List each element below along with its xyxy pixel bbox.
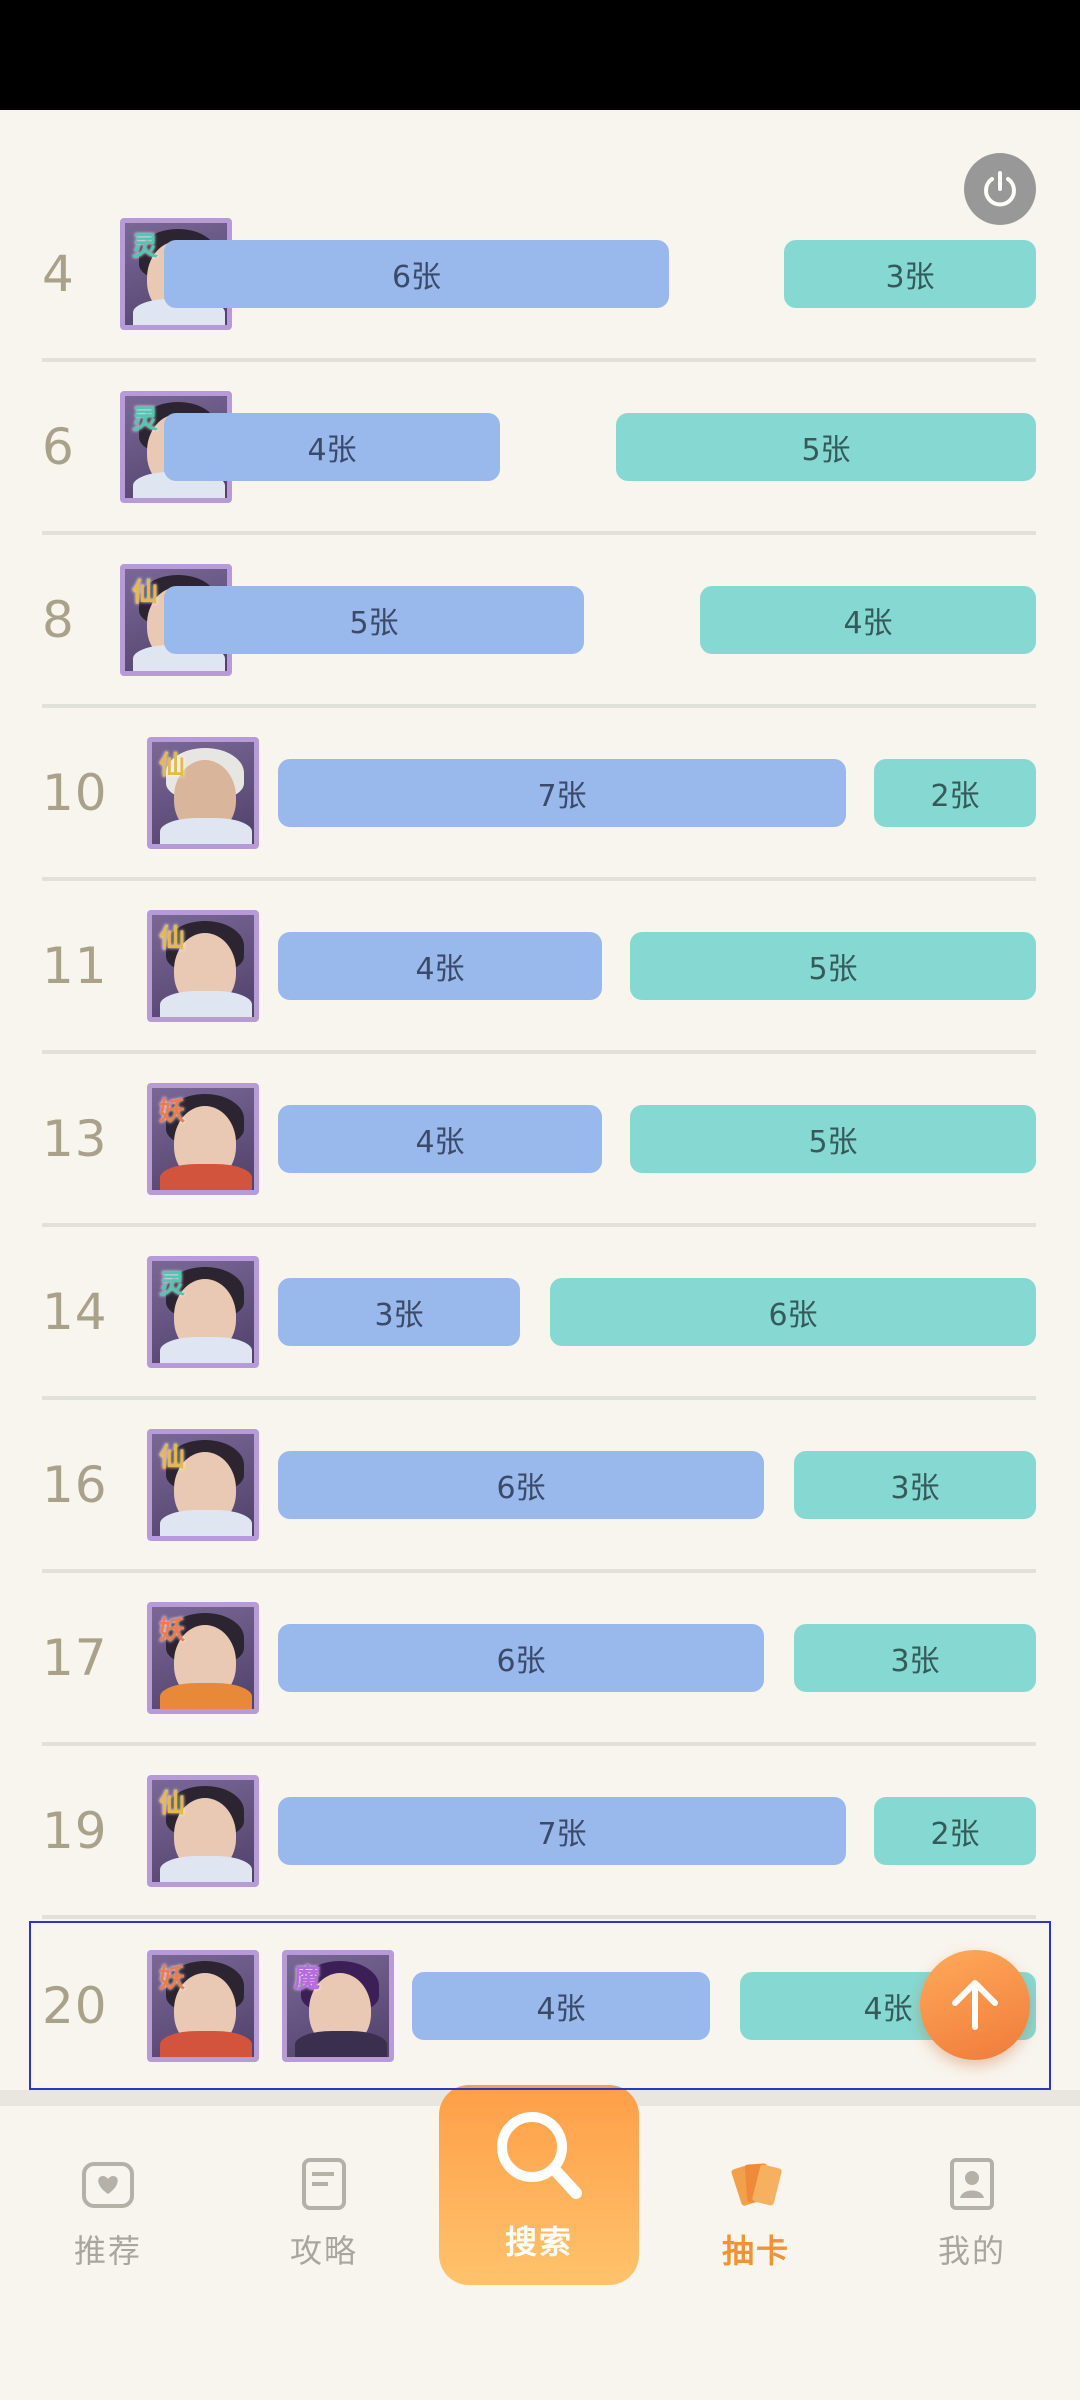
bar-count-b: 5张: [630, 1104, 1036, 1173]
list-row[interactable]: 19 仙 7张 2张: [42, 1746, 1036, 1919]
card-ratio-list[interactable]: 25张4张4灵6张3张6灵4张5张8仙5张4张10仙7张2张11仙4张5张13妖…: [0, 0, 1080, 2090]
faction-badge: 仙: [158, 1789, 185, 1819]
faction-badge: 魔: [293, 1964, 320, 1994]
tab-draw[interactable]: 抽卡: [666, 2154, 846, 2284]
list-row[interactable]: 14 灵 3张 6张: [42, 1227, 1036, 1400]
character-avatar[interactable]: 仙: [147, 1428, 259, 1541]
list-row[interactable]: 20 妖魔 4张 4张: [42, 1919, 1036, 2090]
rank-number: 11: [42, 936, 108, 995]
heart-book-icon: [82, 2162, 134, 2208]
rank-number: 10: [42, 763, 108, 822]
power-button[interactable]: [964, 153, 1036, 225]
character-avatar[interactable]: 妖: [147, 1601, 259, 1714]
bar-count-a: 4张: [278, 1104, 602, 1173]
faction-badge: 妖: [158, 1616, 185, 1646]
list-row[interactable]: 17 妖 6张 3张: [42, 1573, 1036, 1746]
bar-count-b: 3张: [794, 1450, 1036, 1519]
bar-count-a: 4张: [278, 931, 602, 1000]
bar-count-a: 4张: [412, 1971, 710, 2040]
bar-count-b: 4张: [700, 585, 1036, 654]
faction-badge: 妖: [158, 1097, 185, 1127]
bar-count-b: 3张: [794, 1623, 1036, 1692]
bar-count-a: 5张: [164, 585, 584, 654]
tab-mine[interactable]: 我的: [882, 2154, 1062, 2284]
character-avatar[interactable]: 妖: [147, 1082, 259, 1195]
list-row[interactable]: 16 仙 6张 3张: [42, 1400, 1036, 1573]
rank-number: 14: [42, 1282, 108, 1341]
faction-badge: 仙: [158, 924, 185, 954]
faction-badge: 妖: [158, 1964, 185, 1994]
list-row[interactable]: 10 仙 7张 2张: [42, 708, 1036, 881]
bar-count-a: 3张: [278, 1277, 520, 1346]
tab-recommend[interactable]: 推荐: [18, 2154, 198, 2284]
list-row[interactable]: 11 仙 4张 5张: [42, 881, 1036, 1054]
tab-recommend-label: 推荐: [73, 2232, 142, 2270]
bar-count-b: 2张: [874, 1796, 1036, 1865]
bar-count-b: 2张: [874, 758, 1036, 827]
arrow-up-icon: [952, 1980, 998, 2030]
rank-number: 16: [42, 1455, 108, 1514]
faction-badge: 灵: [131, 405, 158, 435]
rank-number: 8: [42, 590, 75, 649]
bar-count-a: 7张: [278, 758, 846, 827]
bar-count-a: 7张: [278, 1796, 846, 1865]
bar-count-b: 5张: [630, 931, 1036, 1000]
rank-number: 6: [42, 417, 75, 476]
rank-number: 4: [42, 244, 75, 303]
power-icon: [984, 171, 1016, 207]
faction-badge: 仙: [158, 1443, 185, 1473]
tab-mine-label: 我的: [937, 2232, 1006, 2270]
bar-count-b: 3张: [784, 239, 1036, 308]
tab-guide[interactable]: 攻略: [234, 2154, 414, 2284]
bar-count-a: 6张: [278, 1450, 764, 1519]
faction-badge: 灵: [131, 232, 158, 262]
bar-count-a: 4张: [164, 412, 500, 481]
profile-icon: [950, 2158, 994, 2210]
list-row[interactable]: 4 灵 6张 3张: [42, 189, 1036, 362]
search-icon: [497, 2112, 582, 2199]
faction-badge: 仙: [158, 751, 185, 781]
book-icon: [302, 2158, 346, 2210]
bar-count-a: 6张: [278, 1623, 764, 1692]
character-avatar[interactable]: 仙: [147, 909, 259, 1022]
rank-number: 20: [42, 1976, 108, 2035]
bar-count-b: 6张: [550, 1277, 1036, 1346]
list-row[interactable]: 13 妖 4张 5张: [42, 1054, 1036, 1227]
cards-icon: [731, 2163, 782, 2206]
character-avatar[interactable]: 仙: [147, 1774, 259, 1887]
list-row[interactable]: 6 灵 4张 5张: [42, 362, 1036, 535]
faction-badge: 灵: [158, 1270, 185, 1300]
bar-count-b: 5张: [616, 412, 1036, 481]
rank-number: 19: [42, 1801, 108, 1860]
rank-number: 13: [42, 1109, 108, 1168]
tab-search-label: 搜索: [504, 2223, 573, 2261]
list-row[interactable]: 8 仙 5张 4张: [42, 535, 1036, 708]
character-avatar[interactable]: 灵: [147, 1255, 259, 1368]
tab-draw-label: 抽卡: [721, 2232, 790, 2270]
tab-guide-label: 攻略: [289, 2232, 358, 2270]
faction-badge: 仙: [131, 578, 158, 608]
tab-search[interactable]: 搜索: [439, 2085, 639, 2285]
status-bar: [0, 0, 1080, 110]
bar-count-a: 6张: [164, 239, 669, 308]
rank-number: 17: [42, 1628, 108, 1687]
character-avatar[interactable]: 魔: [282, 1949, 394, 2062]
character-avatar[interactable]: 妖: [147, 1949, 259, 2062]
character-avatar[interactable]: 仙: [147, 736, 259, 849]
scroll-to-top-button[interactable]: [920, 1950, 1030, 2060]
